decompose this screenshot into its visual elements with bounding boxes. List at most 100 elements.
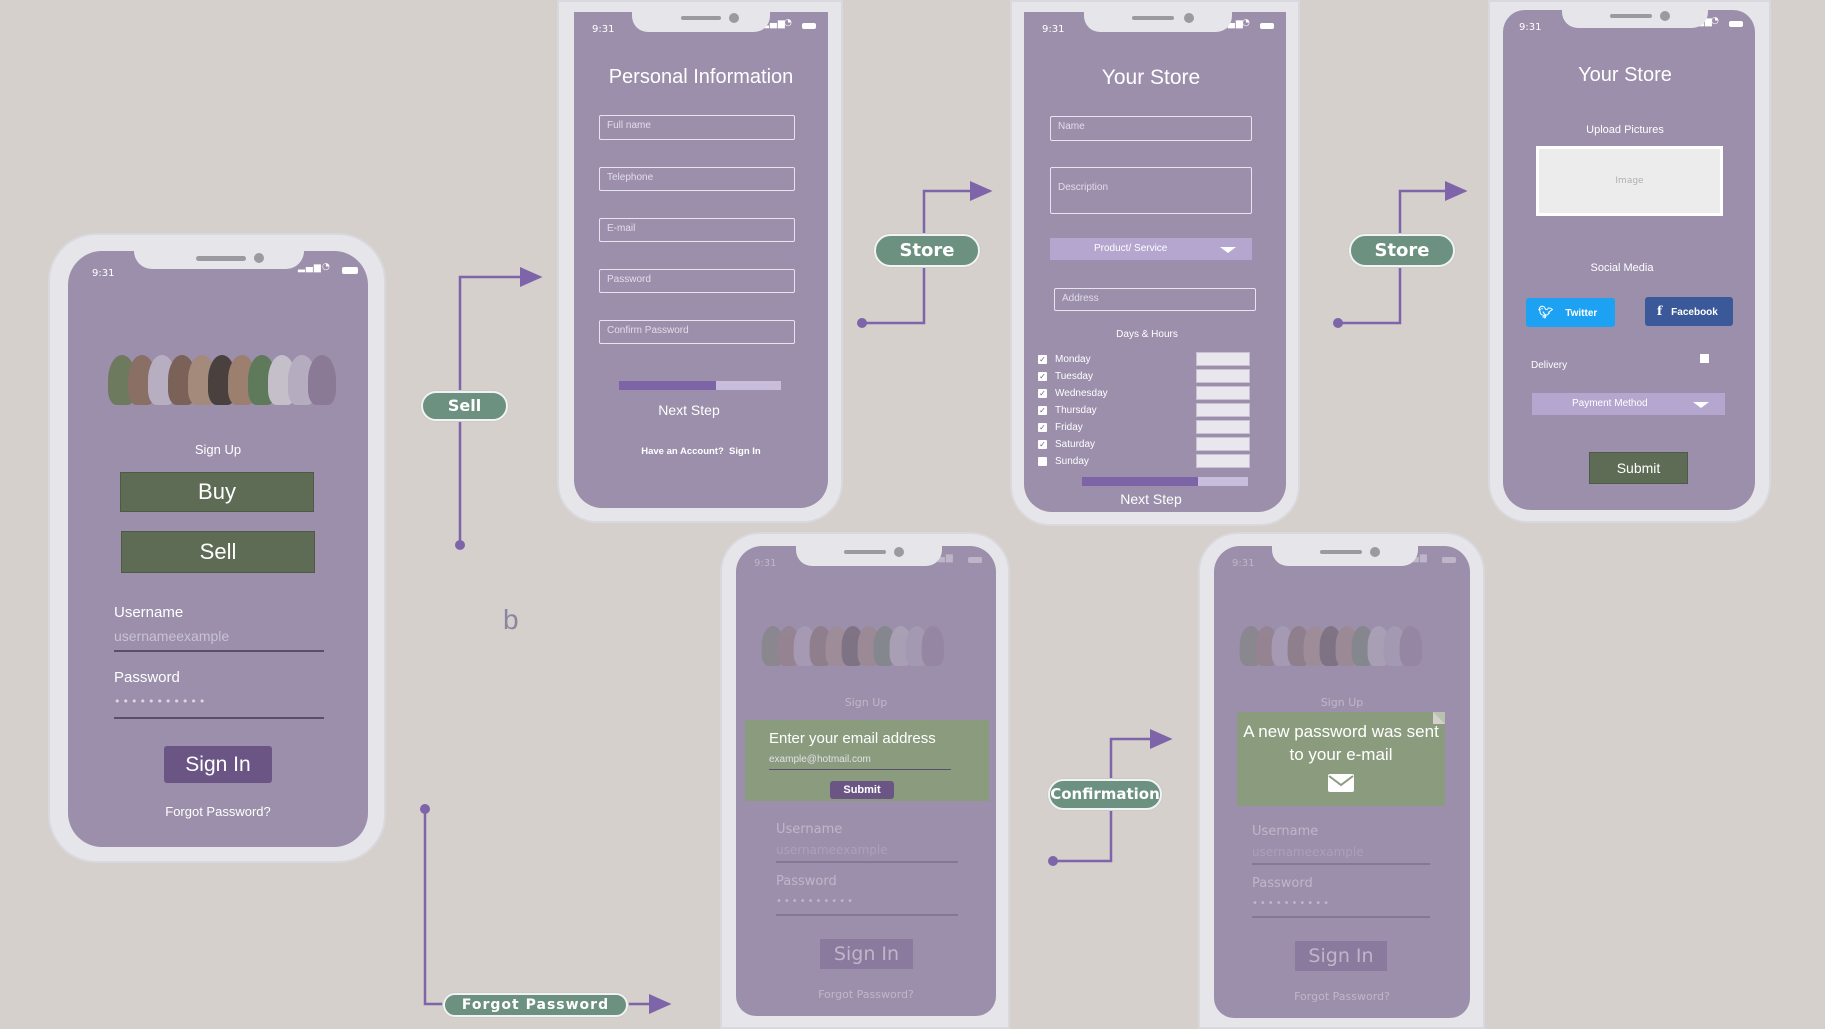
people-illustration (761, 626, 944, 666)
screen-signin: 9:31 ▂▄▆ ◔ Sign Up Buy Sell Username use… (68, 251, 368, 847)
product-service-select[interactable]: Product/ Service (1050, 238, 1252, 260)
notch (632, 10, 770, 32)
confirmation-message-panel: A new password was sent to your e-mail (1237, 712, 1445, 806)
password-label: Password (114, 669, 180, 686)
camera (729, 13, 739, 23)
screen-store-media: 9:31 ▂▄▆ ◔ Your Store Upload Pictures Im… (1503, 10, 1755, 510)
confirm-password-field[interactable]: Confirm Password (599, 320, 795, 344)
checkbox-icon[interactable]: ✓ (1038, 371, 1047, 381)
day-row: ✓ Monday (1038, 352, 1091, 366)
email-input[interactable]: example@hotmail.com (769, 754, 951, 770)
hours-input[interactable] (1196, 454, 1250, 468)
checkbox-icon[interactable]: ✓ (1038, 388, 1047, 398)
image-upload-box[interactable]: Image (1536, 146, 1723, 216)
camera (1370, 547, 1380, 557)
day-label: Wednesday (1055, 387, 1108, 399)
progress-bar (619, 381, 781, 390)
buy-button[interactable]: Buy (120, 472, 314, 512)
hours-input[interactable] (1196, 369, 1250, 383)
confirmation-message: A new password was sent to your e-mail (1243, 722, 1439, 764)
panel-corner-fold (1433, 712, 1445, 724)
day-row: ✓ Friday (1038, 420, 1083, 434)
have-account-signin-link[interactable]: Have an Account? Sign In (574, 446, 828, 457)
day-label: Thursday (1055, 404, 1097, 416)
chevron-down-icon (1220, 247, 1236, 253)
battery-icon (802, 23, 816, 29)
sell-button[interactable]: Sell (121, 531, 315, 573)
address-field[interactable]: Address (1054, 288, 1256, 311)
notch (796, 544, 942, 566)
speaker (681, 16, 721, 20)
screen-confirmation: 9:31 ▂▄▆ Sign Up A new password was sent… (1214, 546, 1470, 1018)
checkbox-icon[interactable]: ✓ (1038, 354, 1047, 364)
flow-pill-store-1: Store (874, 234, 980, 267)
phone-forgot-password: 9:31 ▂▄▆ Sign Up Enter your email addres… (720, 532, 1010, 1029)
status-time: 9:31 (754, 558, 777, 569)
checkbox-icon[interactable]: ✓ (1038, 439, 1047, 449)
product-service-value: Product/ Service (1094, 243, 1168, 254)
checkbox-icon[interactable]: ✓ (1038, 422, 1047, 432)
camera (894, 547, 904, 557)
progress-fill (1082, 477, 1199, 486)
password-label: Password (1252, 876, 1313, 891)
day-label: Monday (1055, 353, 1091, 365)
stray-label: b (503, 604, 519, 635)
hours-input[interactable] (1196, 437, 1250, 451)
checkbox-icon[interactable] (1038, 456, 1047, 466)
payment-method-select[interactable]: Payment Method (1532, 393, 1725, 415)
phone-personal-info: 9:31 ▂▄▆ ◔ Personal Information Full nam… (557, 0, 843, 523)
password-field[interactable]: ••••••••••• (114, 695, 324, 719)
days-hours-title: Days & Hours (1116, 329, 1178, 340)
store-name-field[interactable]: Name (1050, 116, 1252, 141)
next-step-button[interactable]: Next Step (1024, 491, 1278, 507)
people-illustration (108, 355, 336, 405)
delivery-label: Delivery (1531, 360, 1568, 371)
facebook-button[interactable]: f Facebook (1645, 297, 1733, 326)
hours-input[interactable] (1196, 386, 1250, 400)
camera (1660, 11, 1670, 21)
notch (1562, 8, 1708, 28)
checkbox-icon[interactable]: ✓ (1038, 405, 1047, 415)
hours-input[interactable] (1196, 420, 1250, 434)
wifi-icon: ◔ (1242, 18, 1251, 28)
progress-bar (1082, 477, 1248, 486)
password-label: Password (776, 874, 837, 889)
facebook-icon: f (1657, 304, 1663, 318)
day-row: ✓ Thursday (1038, 403, 1097, 417)
next-step-button[interactable]: Next Step (574, 402, 804, 418)
twitter-button[interactable]: 🐦︎ Twitter (1526, 298, 1615, 327)
signin-button: Sign In (1295, 941, 1387, 971)
wifi-icon: ◔ (784, 18, 793, 28)
telephone-field[interactable]: Telephone (599, 167, 795, 191)
flow-pill-confirmation: Confirmation (1048, 779, 1162, 810)
phone-signin: 9:31 ▂▄▆ ◔ Sign Up Buy Sell Username use… (48, 233, 386, 863)
envelope-icon (1328, 774, 1354, 792)
email-submit-button[interactable]: Submit (830, 781, 894, 799)
hours-input[interactable] (1196, 403, 1250, 417)
fullname-field[interactable]: Full name (599, 115, 795, 140)
email-prompt-label: Enter your email address (769, 730, 936, 747)
page-title: Personal Information (608, 66, 794, 88)
wifi-icon: ◔ (1711, 16, 1720, 26)
progress-fill (619, 381, 717, 390)
speaker (844, 550, 886, 554)
password-field[interactable]: Password (599, 269, 795, 293)
signup-label[interactable]: Sign Up (68, 442, 368, 457)
phone-store-media: 9:31 ▂▄▆ ◔ Your Store Upload Pictures Im… (1488, 0, 1771, 523)
battery-icon (968, 557, 982, 563)
day-row: ✓ Tuesday (1038, 369, 1093, 383)
day-label: Sunday (1055, 455, 1089, 467)
forgot-password-link: Forgot Password? (1294, 990, 1390, 1003)
hours-input[interactable] (1196, 352, 1250, 366)
username-field[interactable]: usernameexample (114, 628, 324, 652)
submit-button[interactable]: Submit (1589, 452, 1688, 484)
forgot-password-link[interactable]: Forgot Password? (68, 804, 368, 819)
email-field[interactable]: E-mail (599, 218, 795, 242)
delivery-checkbox[interactable] (1700, 354, 1709, 363)
signin-button[interactable]: Sign In (164, 746, 272, 783)
speaker (1132, 16, 1174, 20)
screen-store-details: 9:31 ▂▄▆ ◔ Your Store Name Description P… (1024, 12, 1286, 512)
page-title: Your Store (1101, 66, 1201, 89)
store-description-field[interactable]: Description (1050, 167, 1252, 214)
email-prompt-panel: Enter your email address example@hotmail… (745, 720, 989, 801)
